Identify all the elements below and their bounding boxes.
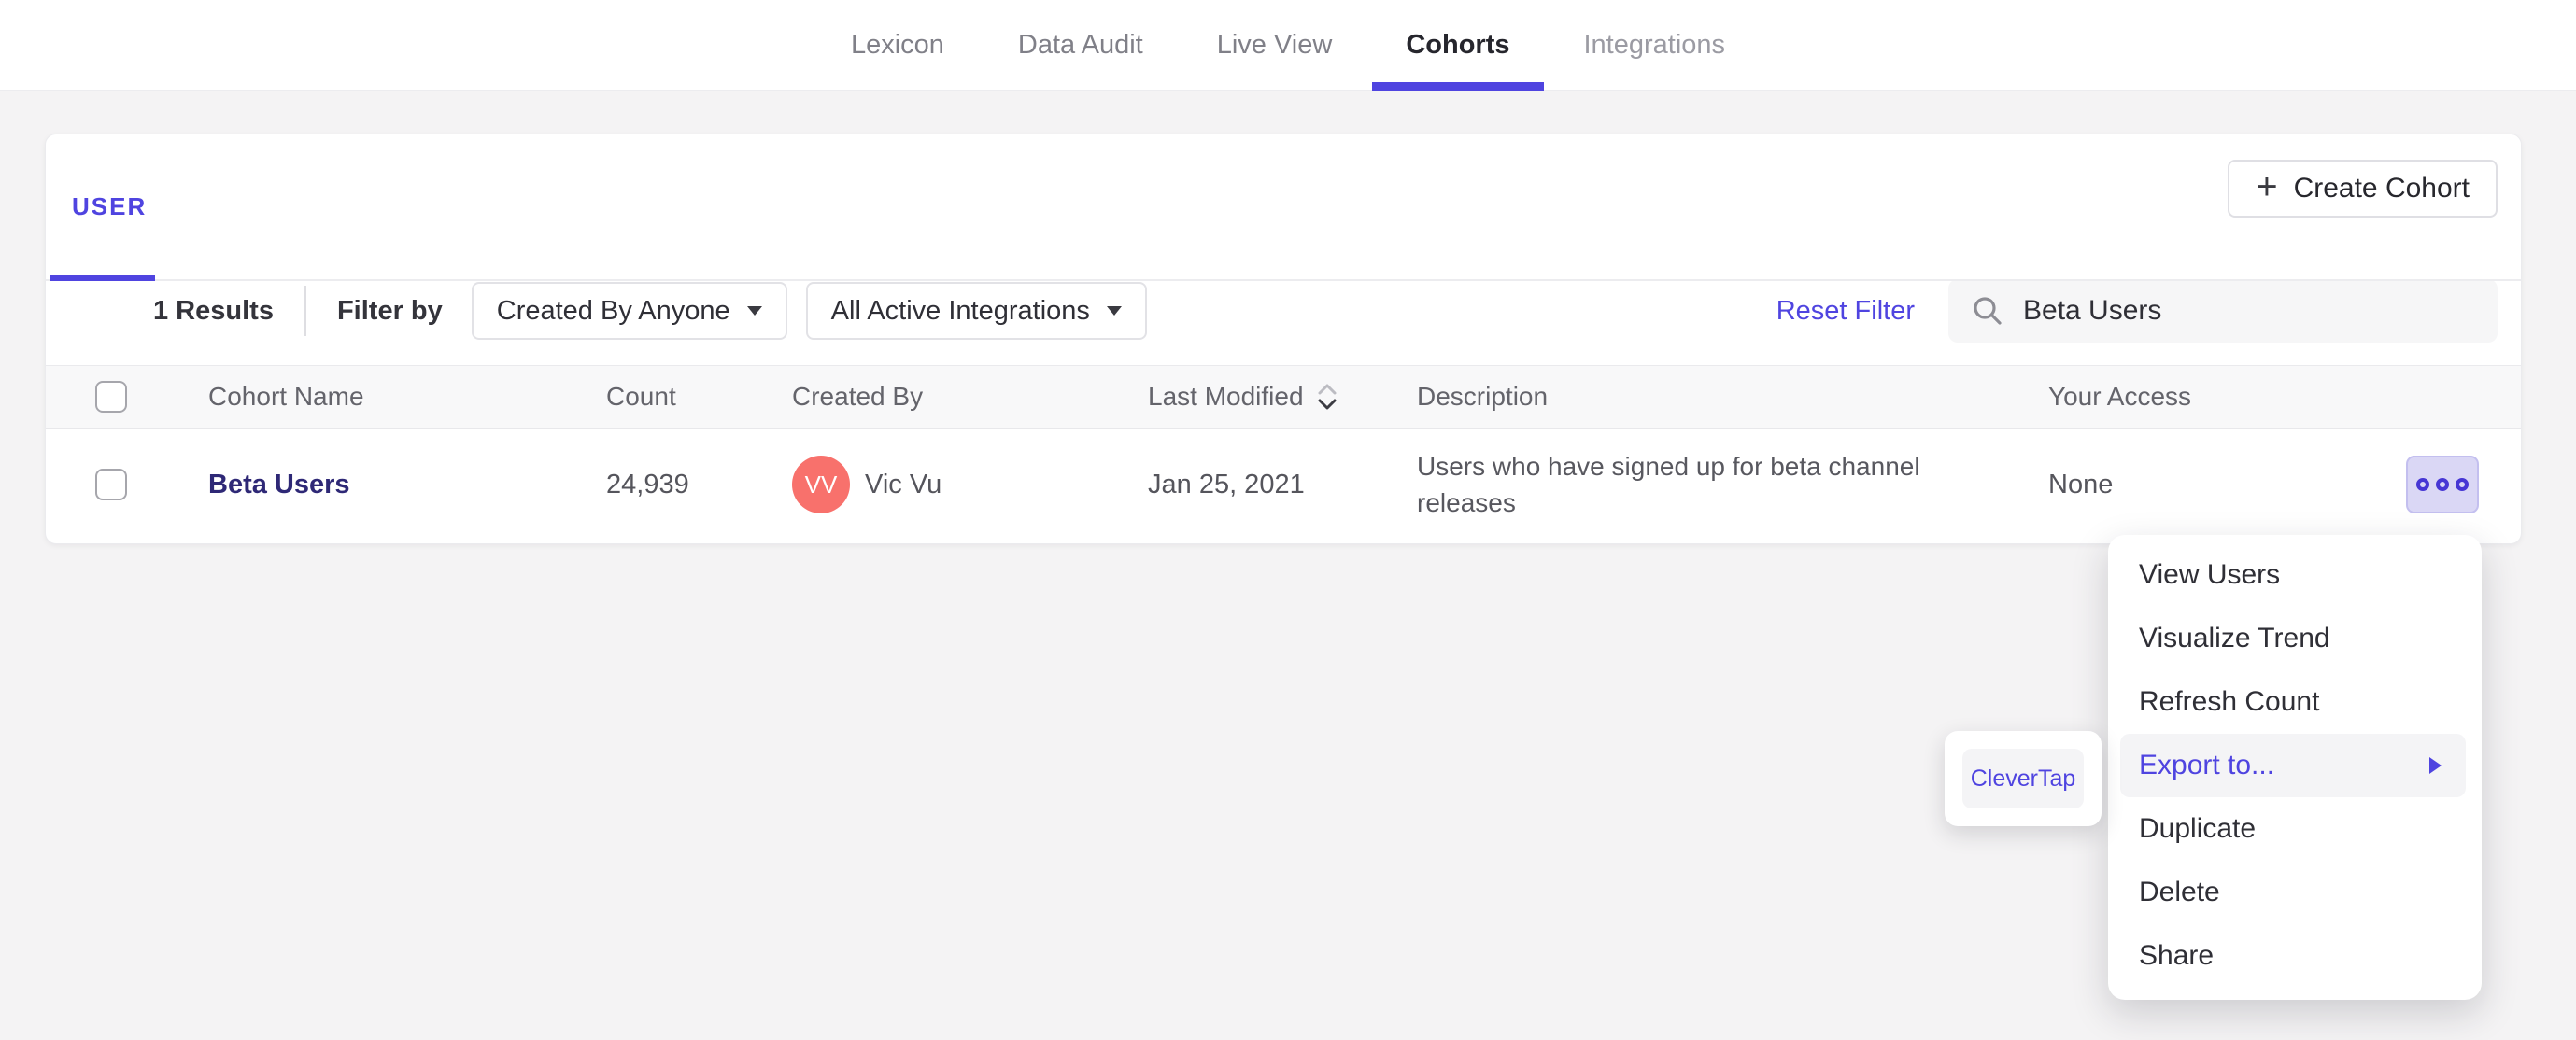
more-options-icon [2416,478,2429,491]
created-by-dropdown[interactable]: Created By Anyone [471,282,787,340]
avatar: VV [792,456,850,513]
caret-down-icon [746,306,762,316]
cohort-count: 24,939 [606,469,689,499]
header-last-modified-label: Last Modified [1148,382,1304,411]
nav-item-lexicon[interactable]: Lexicon [851,0,944,90]
menu-item-export-to-label: Export to... [2139,750,2275,780]
menu-item-refresh-count[interactable]: Refresh Count [2108,670,2482,734]
header-last-modified[interactable]: Last Modified [1148,382,1417,412]
nav-item-live-view[interactable]: Live View [1217,0,1333,90]
menu-item-delete[interactable]: Delete [2108,861,2482,924]
nav-item-data-audit[interactable]: Data Audit [1018,0,1143,90]
header-created-by[interactable]: Created By [792,382,1148,412]
search-input[interactable] [2023,295,2475,327]
created-by-cell: VV Vic Vu [792,456,1148,513]
row-context-menu: View Users Visualize Trend Refresh Count… [2108,535,2482,1000]
header-your-access[interactable]: Your Access [2048,382,2364,412]
description-value: Users who have signed up for beta channe… [1417,452,1920,517]
search-icon [1974,297,2002,325]
tab-active-underline [50,275,155,281]
last-modified-value: Jan 25, 2021 [1148,469,1305,499]
menu-item-share[interactable]: Share [2108,924,2482,988]
submenu-item-clevertap[interactable]: CleverTap [1962,749,2084,808]
tab-strip: USER + Create Cohort [46,134,2521,281]
cohorts-card: USER + Create Cohort 1 Results Filter by… [45,134,2522,544]
actions-cell [2364,456,2521,513]
nav-item-cohorts[interactable]: Cohorts [1406,0,1509,90]
menu-item-duplicate[interactable]: Duplicate [2108,797,2482,861]
integrations-dropdown-label: All Active Integrations [830,295,1090,326]
select-all-checkbox[interactable] [95,381,127,413]
nav-item-integrations[interactable]: Integrations [1584,0,1726,90]
header-cohort-name[interactable]: Cohort Name [208,382,606,412]
caret-down-icon [1106,306,1122,316]
search-box[interactable] [1948,279,2498,343]
more-options-icon [2436,478,2449,491]
filter-bar: 1 Results Filter by Created By Anyone Al… [46,279,2521,365]
cohort-name-link[interactable]: Beta Users [208,470,606,500]
menu-item-export-to[interactable]: Export to... [2120,734,2466,797]
table-row: Beta Users 24,939 VV Vic Vu Jan 25, 2021… [46,429,2521,541]
sort-icon[interactable] [1317,382,1338,412]
more-options-icon [2456,478,2469,491]
create-cohort-button[interactable]: + Create Cohort [2228,160,2498,218]
tab-user[interactable]: USER [72,192,147,221]
filter-divider [304,286,306,336]
created-by-name: Vic Vu [865,469,942,499]
more-options-button[interactable] [2406,456,2479,513]
table-header: Cohort Name Count Created By Last Modifi… [46,365,2521,429]
header-count[interactable]: Count [606,382,792,412]
created-by-dropdown-label: Created By Anyone [496,295,730,326]
integrations-dropdown[interactable]: All Active Integrations [805,282,1147,340]
results-count: 1 Results [153,295,274,326]
header-description[interactable]: Description [1417,382,2048,412]
plus-icon: + [2256,166,2278,207]
menu-item-visualize-trend[interactable]: Visualize Trend [2108,607,2482,670]
filter-by-label: Filter by [336,295,443,326]
export-submenu: CleverTap [1945,731,2102,826]
create-cohort-label: Create Cohort [2293,173,2470,204]
row-checkbox[interactable] [95,469,127,500]
menu-item-view-users[interactable]: View Users [2108,543,2482,607]
top-nav: Lexicon Data Audit Live View Cohorts Int… [0,0,2576,91]
access-value: None [2048,469,2114,499]
submenu-arrow-icon [2429,757,2442,774]
reset-filter-link[interactable]: Reset Filter [1776,296,1915,327]
